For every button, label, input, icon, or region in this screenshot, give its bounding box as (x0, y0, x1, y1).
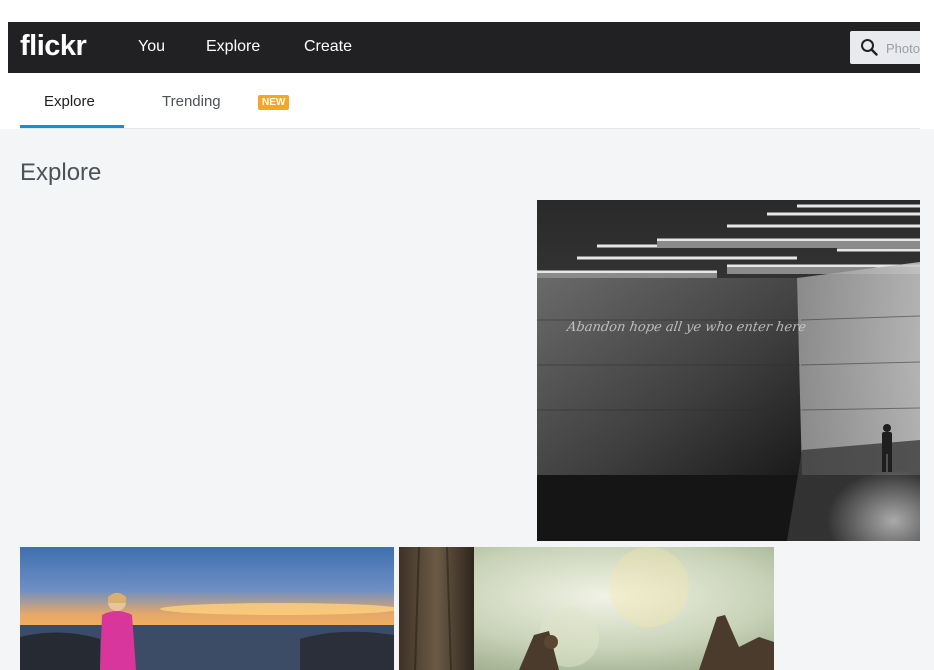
nav-you[interactable]: You (138, 38, 165, 56)
new-badge: NEW (258, 95, 290, 110)
tab-trending[interactable]: Trending (162, 93, 221, 110)
search-input[interactable] (886, 39, 920, 57)
photo-maze[interactable]: Abandon hope all ye who enter here (537, 200, 920, 541)
photo-bird[interactable] (399, 547, 774, 670)
search-icon[interactable] (860, 38, 878, 61)
flickr-logo[interactable]: flickr (20, 30, 87, 63)
tab-explore[interactable]: Explore (44, 93, 95, 110)
photo-sunset[interactable] (20, 547, 394, 670)
photo-caption: Abandon hope all ye who enter here (565, 320, 808, 335)
nav-create[interactable]: Create (304, 38, 352, 56)
main-content: Explore Abandon hope all ye who enter he… (0, 129, 934, 670)
page-title: Explore (20, 159, 102, 186)
active-tab-indicator (20, 125, 124, 128)
search-box[interactable] (850, 31, 920, 64)
sub-navigation: Explore Trending NEW (20, 73, 920, 129)
nav-explore[interactable]: Explore (206, 38, 260, 56)
top-navigation-bar: flickr You Explore Create (8, 22, 920, 73)
